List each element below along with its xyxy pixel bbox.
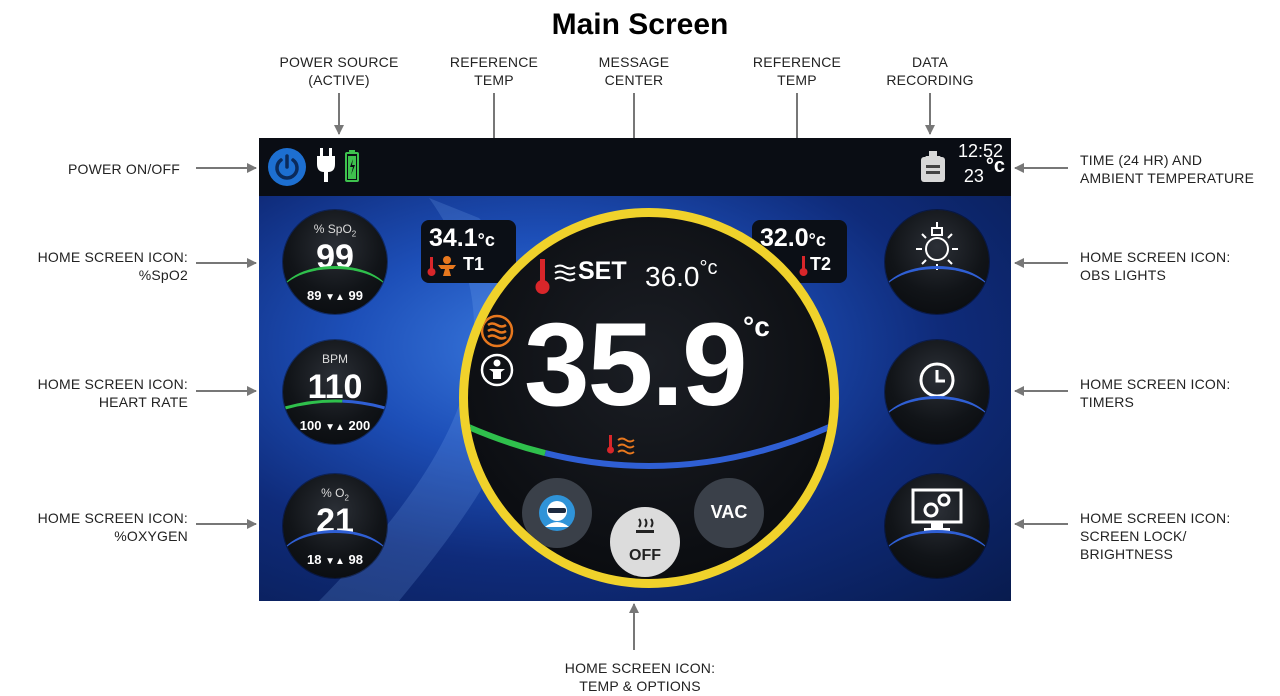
heart-rate-range: 100 ▼▲ 200 [299, 418, 371, 433]
heater-off-label: OFF [629, 547, 661, 564]
battery-icon [345, 150, 359, 182]
spo2-home-icon[interactable]: % SpO2 99 89 ▼▲ 99 [283, 210, 387, 314]
clock-icon [919, 362, 955, 398]
heart-rate-home-icon[interactable]: BPM 110 100 ▼▲ 200 [283, 340, 387, 444]
heater-off-button[interactable]: OFF [610, 507, 680, 577]
data-recording-icon [921, 151, 945, 182]
ambient-temperature: 23 °c [963, 155, 1005, 186]
set-label: SET [578, 257, 627, 285]
timers-home-icon[interactable] [885, 340, 989, 444]
vac-label: VAC [710, 502, 748, 522]
current-temperature: 35.9 [524, 299, 748, 431]
annotation-time-ambient: TIME (24 HR) AND AMBIENT TEMPERATURE [1080, 152, 1255, 186]
temp-options-dial[interactable]: SET 36.0°c 35.9 °c OFF VAC [459, 208, 839, 588]
obs-light-icon [916, 222, 958, 270]
status-bar: 12:52 23 °c [259, 138, 1011, 196]
annotation-oxygen: HOME SCREEN ICON: %OXYGEN [37, 510, 188, 544]
obs-lights-arc [885, 266, 989, 314]
spo2-label: % SpO2 [313, 222, 357, 239]
annotation-data-recording: DATA RECORDING [886, 54, 974, 88]
annotation-temp-options: HOME SCREEN ICON: TEMP & OPTIONS [564, 660, 716, 694]
annotation-power-source: POWER SOURCE (ACTIVE) [279, 54, 399, 88]
current-temperature-unit: °c [743, 311, 770, 342]
oxygen-home-icon[interactable]: % O2 21 18 ▼▲ 98 [283, 474, 387, 578]
heart-rate-label: BPM [321, 352, 348, 366]
obs-lights-home-icon[interactable] [885, 210, 989, 314]
page-title: Main Screen [551, 8, 729, 41]
eye-shield-baby-icon [539, 495, 575, 531]
annotation-screen-lock: HOME SCREEN ICON: SCREEN LOCK/BRIGHTNESS [1080, 510, 1231, 562]
phototherapy-button[interactable] [522, 478, 592, 548]
spo2-range: 89 ▼▲ 99 [307, 288, 363, 303]
annotation-message-center: MESSAGE CENTER [598, 54, 670, 88]
annotation-reference-temp-right: REFERENCE TEMP [752, 54, 842, 88]
annotation-heart-rate: HOME SCREEN ICON: HEART RATE [37, 376, 188, 410]
timers-arc [885, 396, 989, 444]
heater-icon [636, 518, 654, 533]
annotation-power-onoff: POWER ON/OFF [67, 161, 180, 177]
set-temperature: 36.0°c [645, 257, 718, 292]
screen-lock-arc [885, 530, 989, 578]
baby-thermometer-icon [427, 256, 456, 276]
annotation-reference-temp-left: REFERENCE TEMP [449, 54, 539, 88]
screen-lock-home-icon[interactable] [885, 474, 989, 578]
heart-rate-arc-stroke [284, 399, 386, 410]
oxygen-range: 18 ▼▲ 98 [307, 552, 363, 567]
annotation-spo2: HOME SCREEN ICON: %SpO2 [37, 249, 188, 283]
annotation-obs-lights: HOME SCREEN ICON: OBS LIGHTS [1080, 249, 1231, 283]
monitor-settings-icon [911, 488, 963, 532]
power-button[interactable] [268, 148, 306, 186]
device-screen: 12:52 23 °c % SpO2 99 89 ▼▲ 99 BPM 110 10… [259, 138, 1011, 601]
power-icon [275, 154, 299, 180]
oxygen-label: % O2 [321, 486, 349, 503]
vac-button[interactable]: VAC [694, 478, 764, 548]
plug-icon [317, 148, 335, 182]
annotation-timers: HOME SCREEN ICON: TIMERS [1080, 376, 1231, 410]
